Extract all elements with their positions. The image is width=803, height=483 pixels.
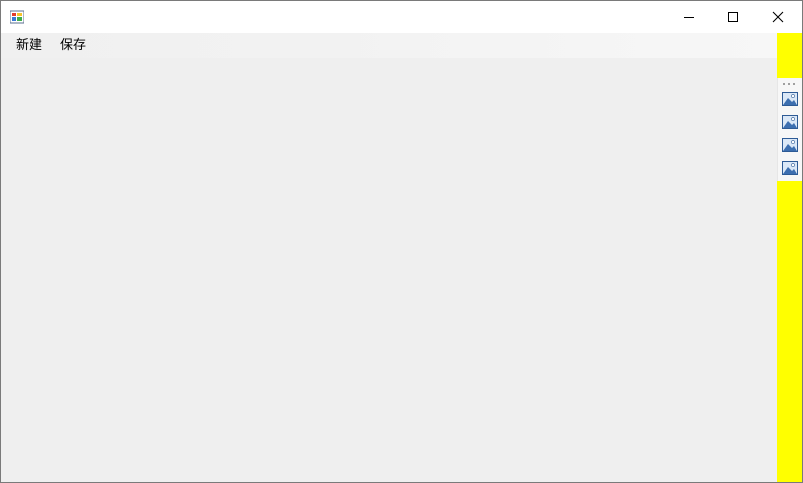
vertical-toolstrip [777,78,802,181]
app-icon[interactable] [10,10,24,24]
menu-item-new[interactable]: 新建 [14,37,44,55]
close-button[interactable] [755,1,801,33]
close-icon [772,11,784,23]
image-icon [782,138,798,152]
maximize-icon [728,12,738,22]
image-icon [782,115,798,129]
toolstrip-button-1[interactable] [782,91,798,107]
toolstrip-button-4[interactable] [782,160,798,176]
menu-bar: 新建 保存 [1,33,777,58]
client-area[interactable] [1,58,777,482]
image-icon [782,92,798,106]
grip-handle-icon[interactable] [782,82,796,85]
toolstrip-button-2[interactable] [782,114,798,130]
image-icon [782,161,798,175]
minimize-icon [684,17,694,18]
app-window: 新建 保存 [0,0,803,483]
toolstrip-button-3[interactable] [782,137,798,153]
title-bar[interactable] [1,1,802,33]
menu-item-save[interactable]: 保存 [58,37,88,55]
minimize-button[interactable] [666,1,712,33]
maximize-button[interactable] [710,1,756,33]
